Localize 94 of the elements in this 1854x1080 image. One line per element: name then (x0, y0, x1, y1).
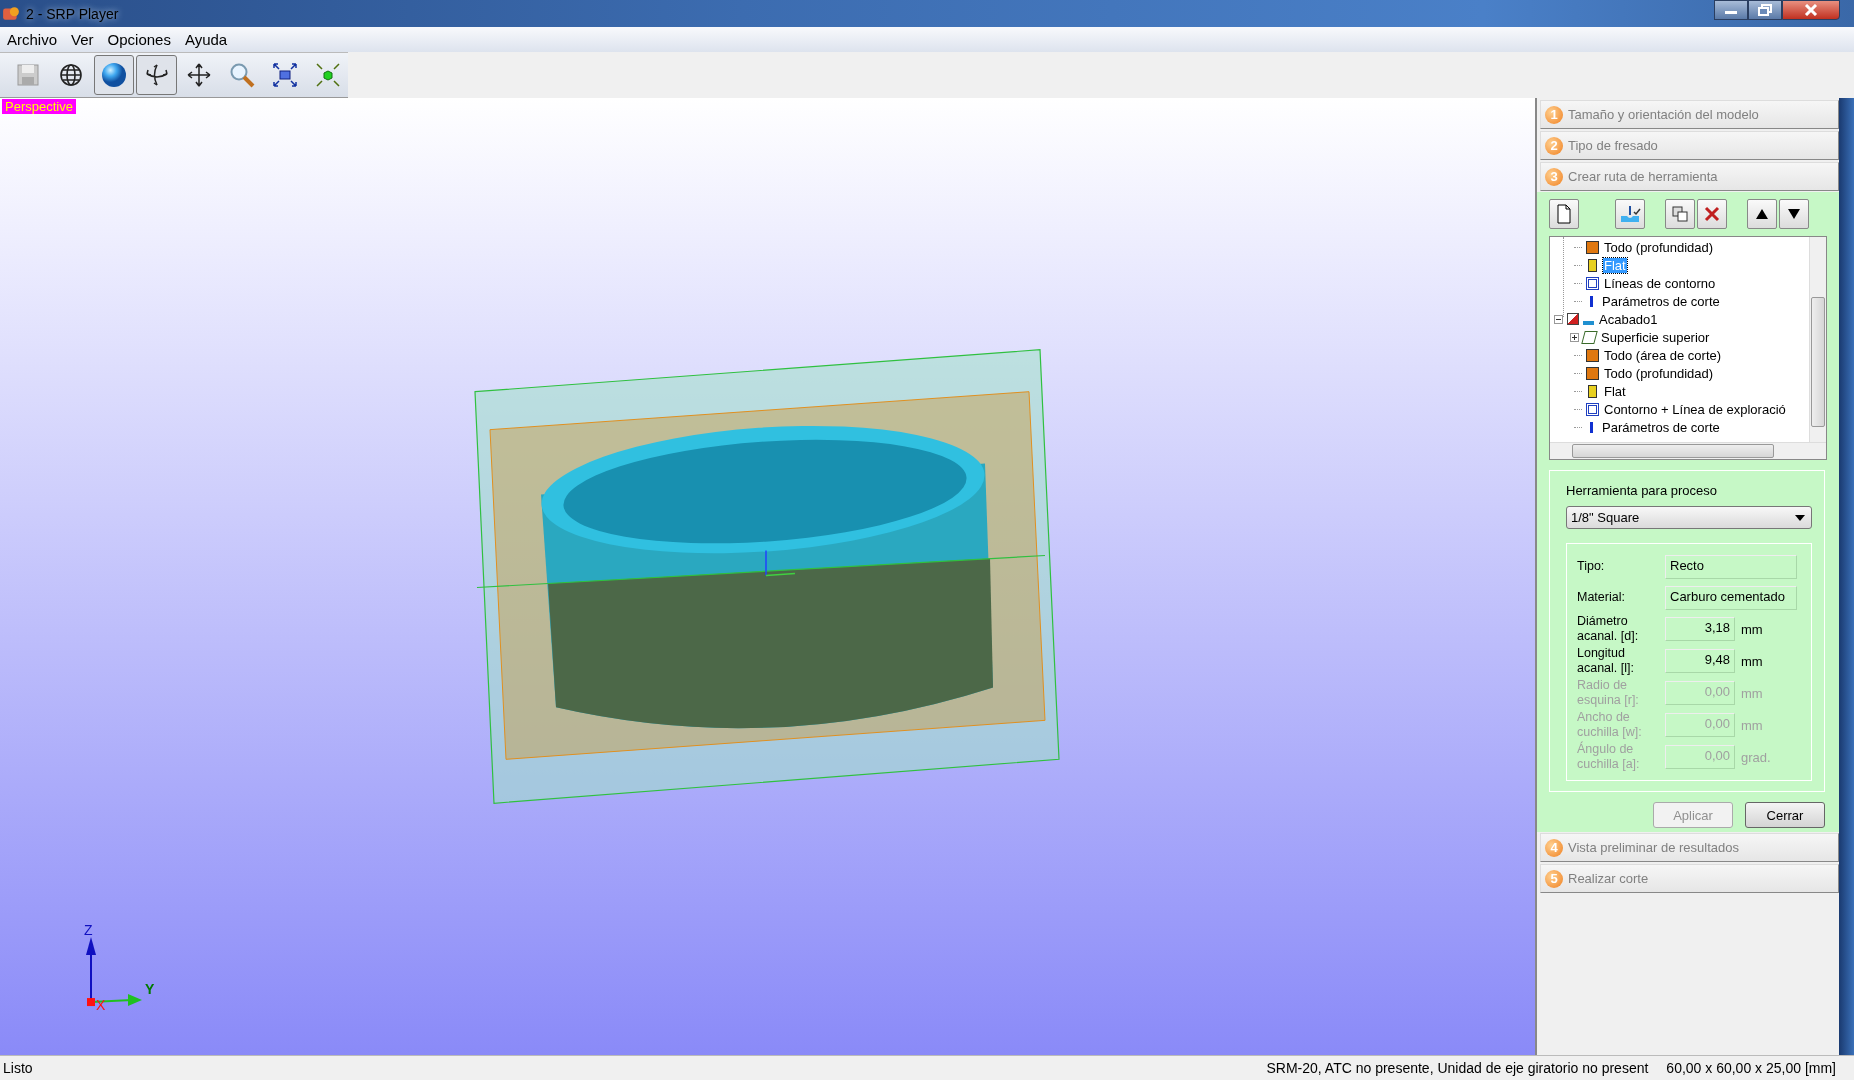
new-document-icon (1556, 204, 1572, 224)
rotate-tool-button[interactable] (136, 55, 177, 95)
cube-arrows-icon (314, 62, 341, 88)
horizontal-scrollbar[interactable] (1550, 442, 1826, 459)
window-title: 2 - SRP Player (26, 5, 119, 22)
unit-label: mm (1741, 621, 1763, 637)
surface-icon (1581, 330, 1598, 344)
region-icon (1586, 348, 1599, 362)
region-icon (1586, 366, 1599, 380)
menu-item[interactable]: Archivo (7, 31, 58, 48)
property-field[interactable]: Carburo cementado (1665, 585, 1797, 610)
flat-icon (1588, 258, 1597, 272)
down-triangle-icon (1787, 208, 1801, 220)
globe-icon (58, 62, 85, 88)
contour-icon (1586, 276, 1599, 290)
property-label: Tipo: (1577, 559, 1606, 574)
step-header[interactable]: 3 Crear ruta de herramienta (1540, 162, 1839, 191)
collapse-toggle[interactable] (1554, 314, 1563, 324)
step-header[interactable]: 1 Tamaño y orientación del modelo (1540, 100, 1839, 129)
caret-icon (1795, 514, 1805, 521)
unit-label: grad. (1741, 749, 1771, 765)
flat-icon (1588, 384, 1597, 398)
params-icon (1590, 295, 1593, 307)
finish-path-icon (1619, 204, 1641, 224)
tree-item[interactable]: Parámetros de corte (1601, 419, 1721, 435)
property-label: Material: (1577, 590, 1626, 605)
status-message: Listo (2, 1060, 33, 1076)
tool-dropdown[interactable]: 1/8" Square (1566, 506, 1812, 529)
property-label: Longitud acanal. [l]: (1577, 646, 1635, 676)
unit-label: mm (1741, 653, 1763, 669)
params-icon (1590, 421, 1593, 433)
tree-item[interactable]: Todo (profundidad) (1603, 365, 1715, 381)
axis-label: X (96, 997, 106, 1014)
menu-item[interactable]: Opciones (107, 31, 171, 48)
axis-label: Z (84, 922, 93, 939)
fit-view-icon (271, 62, 298, 88)
checkbox-icon[interactable] (1567, 313, 1579, 325)
rotate-icon (143, 62, 170, 88)
property-label: Diámetro acanal. [d]: (1577, 614, 1640, 644)
tree-item[interactable]: Líneas de contorno (1603, 275, 1717, 291)
tree-item[interactable]: Todo (profundidad) (1603, 239, 1715, 255)
app-icon (2, 4, 20, 23)
new-path-button[interactable] (1549, 199, 1579, 229)
property-field[interactable]: 3,18 (1665, 617, 1735, 641)
step-number: 3 (1545, 167, 1563, 186)
move-arrows-icon (186, 62, 213, 88)
viewport[interactable]: Perspective Z Y X (0, 98, 1537, 1055)
property-field[interactable]: Recto (1665, 554, 1797, 579)
minimize-button[interactable] (1714, 0, 1748, 20)
up-path-button[interactable] (1747, 199, 1777, 229)
property-label: Radio de esquina [r]: (1577, 678, 1640, 708)
step-number: 2 (1545, 136, 1563, 155)
down-path-button[interactable] (1779, 199, 1809, 229)
step-number: 5 (1545, 869, 1563, 888)
magnifier-icon (229, 62, 256, 88)
step-header[interactable]: 2 Tipo de fresado (1540, 131, 1839, 160)
restore-button[interactable] (1748, 0, 1782, 20)
step-number: 4 (1545, 838, 1563, 857)
workpiece-size: 60,00 x 60,00 x 25,00 [mm] (1666, 1060, 1836, 1076)
action-button[interactable]: Cerrar (1745, 802, 1825, 828)
property-label: Ancho de cuchilla [w]: (1577, 710, 1643, 740)
region-icon (1586, 240, 1599, 254)
tree-item[interactable]: Superficie superior (1600, 329, 1711, 345)
copy-icon (1672, 206, 1688, 222)
property-field[interactable]: 9,48 (1665, 649, 1735, 673)
delete-icon (1704, 206, 1720, 222)
tree-item[interactable]: Todo (área de corte) (1603, 347, 1723, 363)
menu-item[interactable]: Ayuda (184, 31, 228, 48)
unit-label: mm (1741, 685, 1763, 701)
restore-icon (1758, 4, 1772, 16)
contour-icon (1586, 402, 1599, 416)
machine-status: SRM-20, ATC no presente, Unidad de eje giratorio no present (1266, 1060, 1649, 1076)
expand-toggle[interactable] (1570, 332, 1579, 342)
axis-label: Y (145, 981, 155, 998)
step-number: 1 (1545, 105, 1563, 124)
copy-path-button[interactable] (1665, 199, 1695, 229)
delete-path-button[interactable] (1697, 199, 1727, 229)
tree-item[interactable]: Parámetros de corte (1601, 293, 1721, 309)
tree-item[interactable]: Contorno + Línea de exploració (1603, 401, 1787, 417)
view-mode-label: Perspective (2, 99, 76, 114)
close-button[interactable] (1782, 0, 1840, 20)
property-label: Ángulo de cuchilla [a]: (1577, 742, 1641, 772)
unit-label: mm (1741, 717, 1763, 733)
close-icon (1804, 4, 1818, 16)
finish-path-button[interactable] (1615, 199, 1645, 229)
up-triangle-icon (1755, 208, 1769, 220)
menu-item[interactable]: Ver (71, 31, 94, 48)
tree-item[interactable]: Flat (1603, 383, 1627, 399)
sphere-icon (99, 61, 128, 89)
step-header[interactable]: 5 Realizar corte (1540, 864, 1839, 893)
sphere-tool-button[interactable] (93, 55, 135, 95)
tool-label: Herramienta para proceso (1566, 483, 1719, 498)
tree-item[interactable]: Acabado1 (1598, 311, 1659, 327)
vertical-scrollbar[interactable] (1809, 237, 1826, 442)
